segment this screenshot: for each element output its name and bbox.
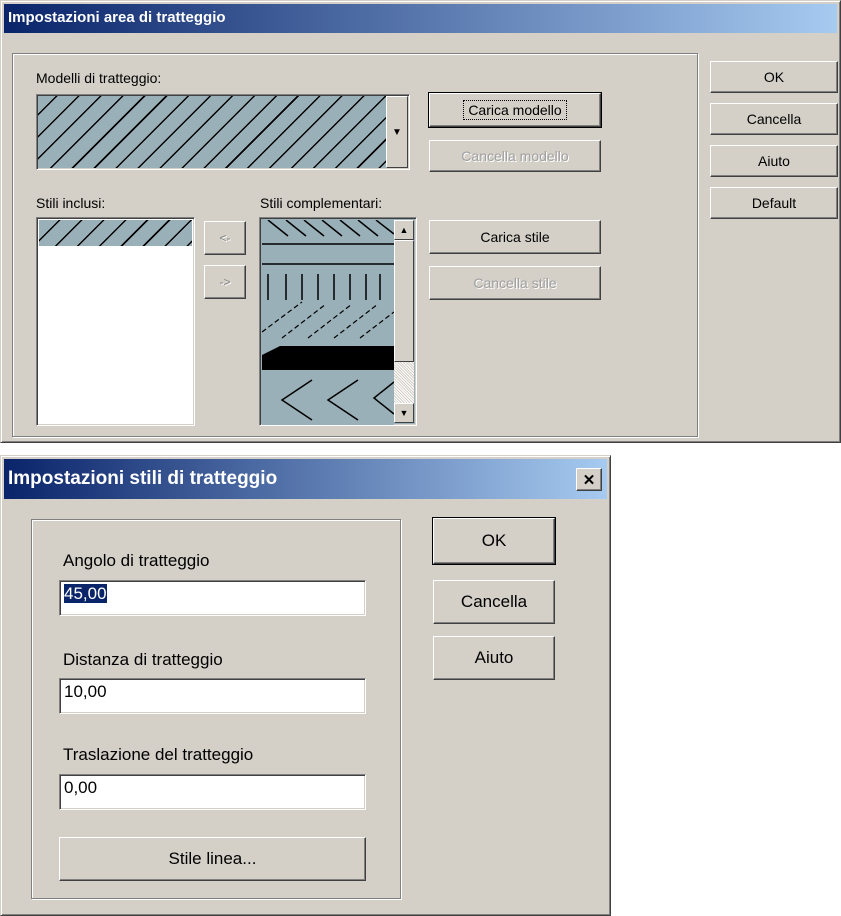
distance-label: Distanza di tratteggio: [63, 650, 223, 669]
scroll-up-button[interactable]: ▲: [394, 220, 414, 240]
cancel-button[interactable]: Cancella: [433, 580, 555, 624]
angle-label: Angolo di tratteggio: [63, 551, 210, 570]
included-styles-label: Stili inclusi:: [36, 195, 106, 211]
delete-model-button[interactable]: Cancella modello: [429, 140, 601, 172]
hatch-area-settings-dialog: Impostazioni area di tratteggio Modelli …: [0, 0, 841, 443]
delete-style-button[interactable]: Cancella stile: [429, 266, 601, 300]
distance-input[interactable]: 10,00: [59, 678, 366, 714]
title-bar: Impostazioni area di tratteggio: [4, 4, 837, 33]
scroll-thumb[interactable]: [394, 240, 414, 362]
line-style-button[interactable]: Stile linea...: [59, 837, 366, 881]
included-styles-list[interactable]: [36, 217, 195, 426]
move-right-button[interactable]: ->: [204, 265, 246, 299]
ok-button[interactable]: OK: [432, 517, 556, 565]
cancel-button[interactable]: Cancella: [710, 103, 838, 135]
close-button[interactable]: ✕: [576, 468, 602, 491]
move-left-button[interactable]: <-: [204, 221, 246, 255]
hatch-model-combobox[interactable]: [36, 94, 410, 170]
chevron-up-icon: ▲: [399, 225, 409, 235]
title-bar: Impostazioni stili di tratteggio ✕: [4, 459, 607, 499]
help-button[interactable]: Aiuto: [433, 636, 555, 680]
complementary-styles-preview: [262, 220, 394, 425]
complementary-styles-list[interactable]: ▲ ▼: [259, 217, 417, 426]
default-button[interactable]: Default: [710, 187, 838, 219]
chevron-down-icon: ▼: [392, 126, 402, 138]
ok-button[interactable]: OK: [710, 61, 838, 93]
hatch-style-settings-dialog: Impostazioni stili di tratteggio ✕ Angol…: [0, 455, 611, 916]
load-style-button[interactable]: Carica stile: [429, 220, 601, 254]
chevron-down-icon: ▼: [399, 408, 409, 418]
scroll-down-button[interactable]: ▼: [394, 403, 414, 423]
load-model-button[interactable]: Carica modello: [428, 92, 602, 128]
models-label: Modelli di tratteggio:: [36, 70, 162, 86]
model-dropdown-button[interactable]: ▼: [386, 96, 408, 168]
help-button[interactable]: Aiuto: [710, 145, 838, 177]
included-style-item[interactable]: [39, 220, 192, 246]
complementary-scrollbar[interactable]: ▲ ▼: [394, 220, 414, 423]
dialog-title: Impostazioni stili di tratteggio: [8, 468, 278, 489]
angle-input[interactable]: 45,00: [59, 580, 366, 616]
dialog-title: Impostazioni area di tratteggio: [8, 9, 226, 26]
complementary-styles-label: Stili complementari:: [260, 195, 383, 211]
close-icon: ✕: [582, 471, 596, 489]
offset-label: Traslazione del tratteggio: [63, 745, 254, 764]
offset-input[interactable]: 0,00: [59, 774, 366, 810]
